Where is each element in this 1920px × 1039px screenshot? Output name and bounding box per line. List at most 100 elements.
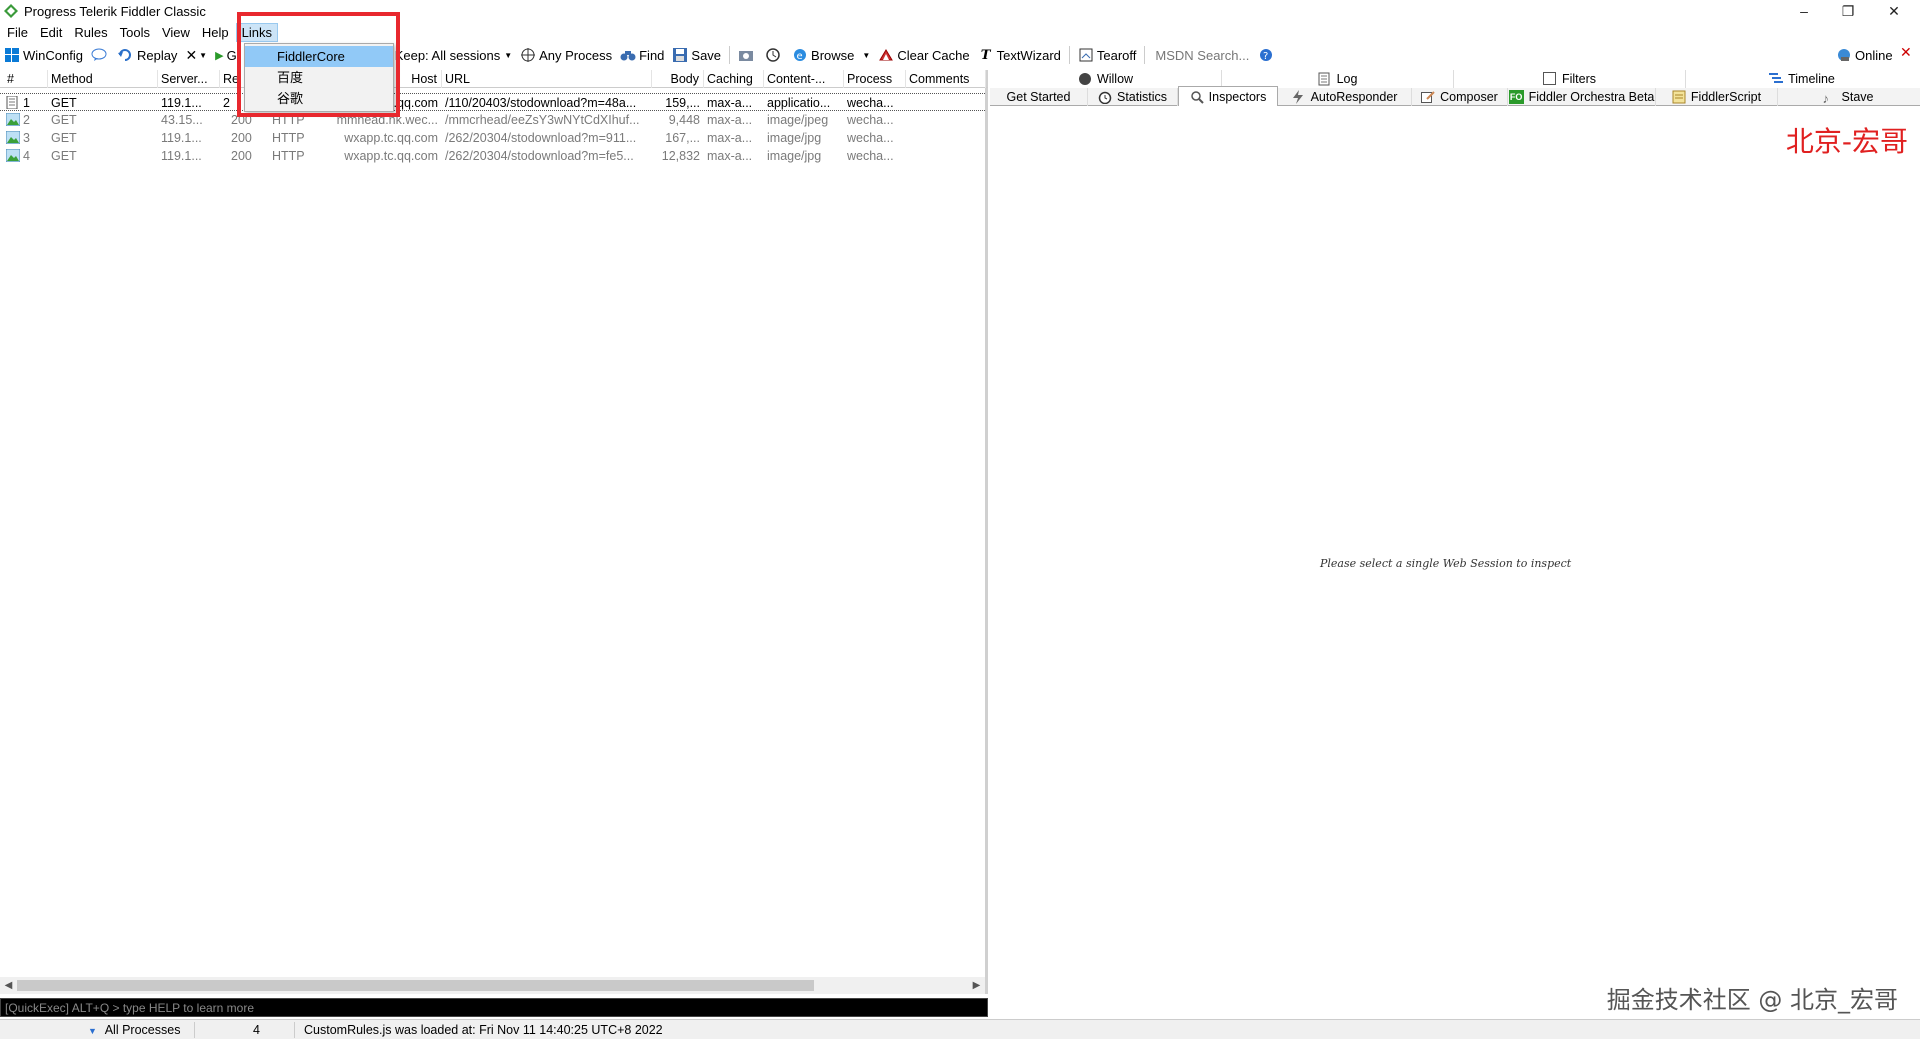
screenshot-button[interactable] bbox=[734, 44, 761, 66]
row-comments bbox=[906, 129, 986, 147]
close-online-icon[interactable]: ✕ bbox=[1900, 44, 1912, 61]
column-server[interactable]: Server... bbox=[158, 70, 220, 88]
menu-bar: File Edit Rules Tools View Help Links bbox=[0, 22, 279, 43]
row-process: wecha... bbox=[847, 149, 894, 163]
row-method: GET bbox=[51, 96, 77, 110]
column-comments[interactable]: Comments bbox=[906, 70, 986, 88]
svg-text:?: ? bbox=[1263, 51, 1268, 62]
minimize-button[interactable]: – bbox=[1782, 0, 1826, 22]
row-content-type: image/jpeg bbox=[767, 113, 829, 127]
links-item-fiddlercore[interactable]: FiddlerCore bbox=[245, 46, 393, 67]
help-icon[interactable]: ? bbox=[1255, 44, 1277, 66]
row-content-type: image/jpg bbox=[767, 149, 822, 163]
script-icon bbox=[1672, 90, 1686, 104]
tab-composer[interactable]: Composer bbox=[1412, 88, 1508, 106]
lightning-icon bbox=[1292, 90, 1306, 104]
row-method: GET bbox=[51, 149, 77, 163]
browse-button[interactable]: e Browse ▼ bbox=[788, 44, 874, 66]
tab-statistics[interactable]: Statistics bbox=[1088, 88, 1178, 106]
any-process-button[interactable]: Any Process bbox=[516, 44, 616, 66]
tab-inspectors[interactable]: Inspectors bbox=[1178, 86, 1278, 106]
row-host: wxapp.tc.qq.com bbox=[344, 149, 438, 163]
column-method[interactable]: Method bbox=[48, 70, 158, 88]
process-filter-button[interactable]: ▼ All Processes bbox=[88, 1020, 180, 1039]
column-content-type[interactable]: Content-... bbox=[764, 70, 844, 88]
menu-file[interactable]: File bbox=[2, 23, 33, 42]
menu-tools[interactable]: Tools bbox=[115, 23, 155, 42]
row-result: 200 bbox=[231, 131, 252, 145]
column-url[interactable]: URL bbox=[442, 70, 652, 88]
tearoff-button[interactable]: Tearoff bbox=[1074, 44, 1141, 66]
image-file-icon bbox=[6, 131, 20, 144]
text-t-icon: T bbox=[980, 47, 991, 63]
row-url: /mmcrhead/eeZsY3wNYtCdXIhuf... bbox=[445, 113, 640, 127]
find-button[interactable]: Find bbox=[616, 44, 668, 66]
links-item-baidu[interactable]: 百度 bbox=[245, 67, 393, 88]
row-server: 119.1... bbox=[161, 131, 202, 145]
table-row[interactable]: 3 GET 119.1... 200 HTTP wxapp.tc.qq.com … bbox=[0, 129, 985, 147]
scroll-left-icon[interactable]: ◀ bbox=[0, 977, 17, 994]
row-body: 159,... bbox=[665, 96, 700, 110]
tab-filters[interactable]: Filters bbox=[1454, 70, 1686, 88]
textwizard-button[interactable]: T TextWizard bbox=[974, 44, 1065, 66]
row-result: 200 bbox=[231, 113, 252, 127]
menu-edit[interactable]: Edit bbox=[35, 23, 67, 42]
clear-cache-button[interactable]: Clear Cache bbox=[874, 44, 973, 66]
scroll-right-icon[interactable]: ▶ bbox=[968, 977, 985, 994]
image-file-icon bbox=[6, 149, 20, 162]
timeline-icon bbox=[1769, 72, 1784, 86]
table-row[interactable]: 4 GET 119.1... 200 HTTP wxapp.tc.qq.com … bbox=[0, 147, 985, 165]
replay-button[interactable]: Replay bbox=[114, 44, 181, 66]
watermark-top: 北京-宏哥 bbox=[1785, 125, 1908, 158]
row-url: /110/20403/stodownload?m=48a... bbox=[445, 96, 637, 110]
clear-cache-icon bbox=[878, 47, 894, 63]
comment-button[interactable] bbox=[87, 44, 114, 66]
row-caching: max-a... bbox=[707, 96, 753, 110]
menu-links[interactable]: Links bbox=[235, 23, 279, 42]
remove-button[interactable]: ✕ ▼ bbox=[181, 44, 211, 66]
row-content-type: applicatio... bbox=[767, 96, 831, 110]
menu-rules[interactable]: Rules bbox=[69, 23, 112, 42]
restore-button[interactable]: ❐ bbox=[1826, 0, 1870, 22]
winconfig-button[interactable]: WinConfig bbox=[0, 44, 87, 66]
row-server: 119.1... bbox=[161, 96, 202, 110]
tab-stave[interactable]: ♪ Stave bbox=[1778, 88, 1918, 106]
menu-help[interactable]: Help bbox=[197, 23, 234, 42]
menu-view[interactable]: View bbox=[157, 23, 195, 42]
save-button[interactable]: Save bbox=[668, 44, 725, 66]
top-tab-row: Willow Log Filters Timeline bbox=[990, 70, 1920, 88]
chevron-down-icon: ▼ bbox=[199, 50, 208, 60]
column-body[interactable]: Body bbox=[652, 70, 704, 88]
links-item-google[interactable]: 谷歌 bbox=[245, 88, 393, 109]
tab-fiddler-orchestra[interactable]: FO Fiddler Orchestra Beta bbox=[1508, 88, 1656, 106]
horizontal-scrollbar[interactable]: ◀ ▶ bbox=[0, 977, 985, 994]
binoculars-icon bbox=[620, 47, 636, 63]
msdn-search-input[interactable]: MSDN Search... bbox=[1149, 48, 1255, 63]
quickexec-input[interactable]: [QuickExec] ALT+Q > type HELP to learn m… bbox=[0, 998, 988, 1017]
timer-button[interactable] bbox=[761, 44, 788, 66]
table-row[interactable]: 1 GET 119.1... 2 ...qq.com /110/20403/st… bbox=[0, 93, 985, 111]
tab-fiddlerscript[interactable]: FiddlerScript bbox=[1656, 88, 1778, 106]
row-number: 2 bbox=[23, 113, 30, 127]
column-number[interactable]: # bbox=[4, 70, 48, 88]
tab-get-started[interactable]: Get Started bbox=[990, 88, 1088, 106]
status-message: CustomRules.js was loaded at: Fri Nov 11… bbox=[304, 1023, 663, 1037]
row-url: /262/20304/stodownload?m=fe5... bbox=[445, 149, 634, 163]
keep-sessions-dropdown[interactable]: Keep: All sessions ▼ bbox=[391, 44, 516, 66]
document-icon bbox=[6, 96, 18, 109]
tab-timeline[interactable]: Timeline bbox=[1686, 70, 1918, 88]
close-window-button[interactable]: ✕ bbox=[1872, 0, 1916, 22]
column-process[interactable]: Process bbox=[844, 70, 906, 88]
row-caching: max-a... bbox=[707, 113, 753, 127]
session-count: 4 bbox=[253, 1023, 260, 1037]
go-button[interactable]: ▶ G bbox=[211, 44, 241, 66]
filter-icon: ▼ bbox=[88, 1026, 97, 1036]
row-result: 200 bbox=[231, 149, 252, 163]
clock-icon bbox=[765, 47, 781, 63]
scrollbar-thumb[interactable] bbox=[17, 980, 814, 991]
tab-autoresponder[interactable]: AutoResponder bbox=[1278, 88, 1412, 106]
table-row[interactable]: 2 GET 43.15... 200 HTTP mmhead.hk.wec...… bbox=[0, 111, 985, 129]
row-comments bbox=[906, 94, 986, 112]
column-caching[interactable]: Caching bbox=[704, 70, 764, 88]
online-indicator[interactable]: Online bbox=[1832, 44, 1897, 66]
